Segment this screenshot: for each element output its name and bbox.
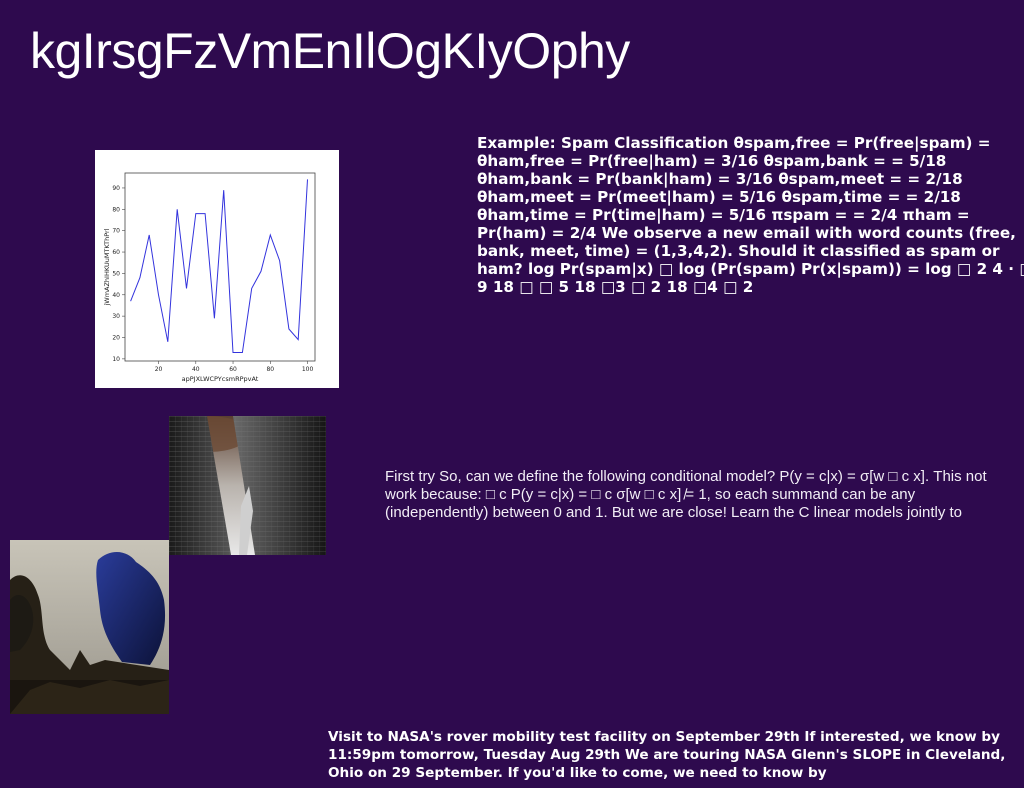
y-axis-label: jWmAZhIHKUuMTKThPrl <box>103 228 111 306</box>
slide-title: kgIrsgFzVmEnIlOgKIyOphy <box>30 23 630 79</box>
line-chart-svg: 20 40 60 80 100 10 20 30 40 50 60 70 80 90 apPJXLWCPY… <box>95 150 339 388</box>
line-chart: 20 40 60 80 100 10 20 30 40 50 60 70 80 90 apPJXLWCPY… <box>95 150 339 388</box>
skyscrapers-photo <box>169 416 326 555</box>
skyscrapers-image <box>169 416 326 555</box>
x-tick-label: 60 <box>229 366 237 373</box>
x-axis-label: apPJXLWCPYcsmRPpvAt <box>182 375 259 383</box>
x-tick-label: 40 <box>192 366 200 373</box>
spam-classification-text: Example: Spam Classification θspam,free … <box>477 134 1024 296</box>
y-tick-label: 80 <box>112 206 120 213</box>
nasa-visit-announcement: Visit to NASA's rover mobility test faci… <box>328 729 1006 781</box>
conditional-model-text: First try So, can we define the followin… <box>385 468 987 521</box>
rocks-image <box>10 540 169 714</box>
y-tick-label: 50 <box>112 270 120 277</box>
y-tick-label: 90 <box>112 185 120 192</box>
y-tick-label: 10 <box>112 356 120 363</box>
y-tick-label: 30 <box>112 313 120 320</box>
y-tick-label: 40 <box>112 292 120 299</box>
y-tick-label: 20 <box>112 335 120 342</box>
x-tick-label: 80 <box>266 366 274 373</box>
x-tick-label: 20 <box>155 366 163 373</box>
rock-formation-photo <box>10 540 169 714</box>
y-tick-label: 60 <box>112 249 120 256</box>
x-tick-label: 100 <box>302 366 314 373</box>
y-tick-label: 70 <box>112 228 120 235</box>
